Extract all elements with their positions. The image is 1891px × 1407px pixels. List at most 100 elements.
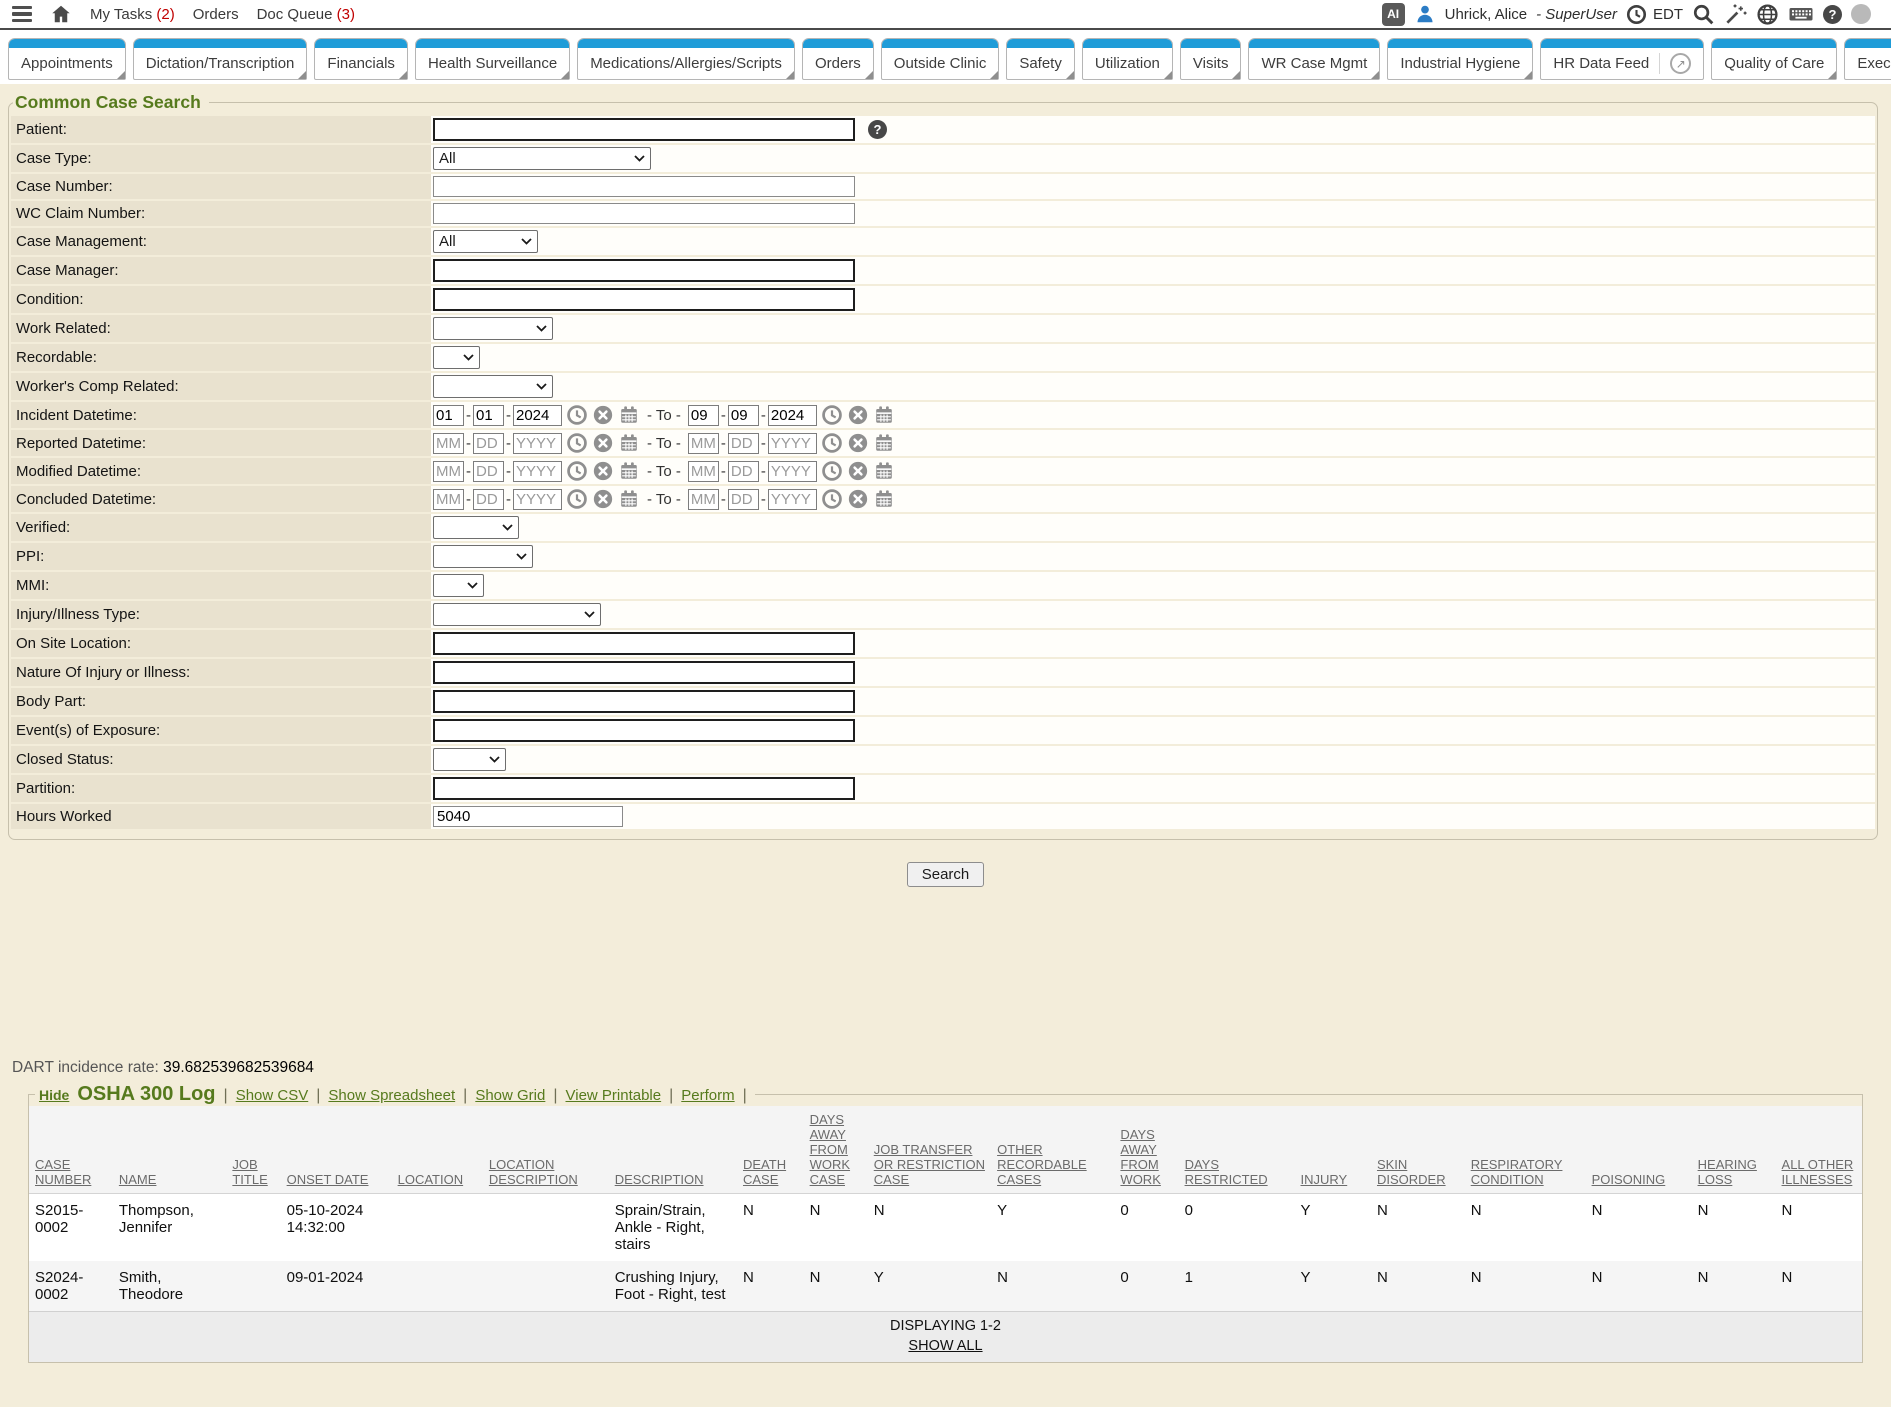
body-part-input[interactable] <box>433 690 855 713</box>
col-name[interactable]: NAME <box>113 1106 226 1194</box>
tab-medications-allergies-scripts[interactable]: Medications/Allergies/Scripts <box>577 38 795 80</box>
hours-worked-input[interactable] <box>433 806 623 827</box>
dd-input[interactable] <box>728 489 759 510</box>
tab-wr-case-mgmt[interactable]: WR Case Mgmt <box>1248 38 1380 80</box>
view-printable-link[interactable]: View Printable <box>566 1087 662 1104</box>
show-spreadsheet-link[interactable]: Show Spreadsheet <box>328 1087 455 1104</box>
case-number-input[interactable] <box>433 176 855 197</box>
closed-status-select[interactable] <box>433 748 506 771</box>
dd-input[interactable] <box>728 461 759 482</box>
magic-wand-icon[interactable] <box>1724 3 1747 26</box>
clock-icon[interactable] <box>566 488 588 510</box>
injury-illness-type-select[interactable] <box>433 603 601 626</box>
home-icon[interactable] <box>50 3 72 25</box>
dd-input[interactable] <box>473 433 504 454</box>
clock-icon[interactable] <box>566 460 588 482</box>
dd-input[interactable] <box>473 405 504 426</box>
tab-industrial-hygiene[interactable]: Industrial Hygiene <box>1387 38 1533 80</box>
mm-input[interactable] <box>433 461 464 482</box>
tab-outside-clinic[interactable]: Outside Clinic <box>881 38 1000 80</box>
clock-icon[interactable] <box>566 432 588 454</box>
calendar-icon[interactable] <box>873 488 895 510</box>
ai-badge[interactable]: AI <box>1382 3 1405 26</box>
calendar-icon[interactable] <box>873 432 895 454</box>
clock-icon[interactable] <box>1626 4 1647 25</box>
clock-icon[interactable] <box>821 404 843 426</box>
calendar-icon[interactable] <box>873 460 895 482</box>
col-poisoning[interactable]: POISONING <box>1586 1106 1692 1194</box>
help-icon[interactable]: ? <box>1823 5 1842 24</box>
col-onset-date[interactable]: ONSET DATE <box>281 1106 392 1194</box>
calendar-icon[interactable] <box>873 404 895 426</box>
yyyy-input[interactable] <box>513 433 562 454</box>
tab-visits[interactable]: Visits <box>1180 38 1242 80</box>
col-other-recordable-cases[interactable]: OTHER RECORDABLE CASES <box>991 1106 1114 1194</box>
calendar-icon[interactable] <box>618 488 640 510</box>
show-all-link[interactable]: SHOW ALL <box>908 1338 982 1354</box>
col-hearing-loss[interactable]: HEARING LOSS <box>1692 1106 1776 1194</box>
event-s-of-exposure-input[interactable] <box>433 719 855 742</box>
nav-orders[interactable]: Orders <box>193 6 239 23</box>
col-job-transfer-or-restriction-case[interactable]: JOB TRANSFER OR RESTRICTION CASE <box>868 1106 991 1194</box>
user-name[interactable]: Uhrick, Alice <box>1445 6 1528 23</box>
ppi-select[interactable] <box>433 545 533 568</box>
recordable-select[interactable] <box>433 346 480 369</box>
worker-s-comp-related-select[interactable] <box>433 375 553 398</box>
clock-icon[interactable] <box>566 404 588 426</box>
clear-icon[interactable] <box>592 432 614 454</box>
dd-input[interactable] <box>728 405 759 426</box>
yyyy-input[interactable] <box>513 405 562 426</box>
col-death-case[interactable]: DEATH CASE <box>737 1106 804 1194</box>
tab-financials[interactable]: Financials <box>314 38 408 80</box>
nav-doc-queue[interactable]: Doc Queue (3) <box>257 6 355 23</box>
search-icon[interactable] <box>1692 3 1715 26</box>
clock-icon[interactable] <box>821 432 843 454</box>
user-icon[interactable] <box>1414 3 1436 25</box>
yyyy-input[interactable] <box>513 489 562 510</box>
mm-input[interactable] <box>688 461 719 482</box>
clear-icon[interactable] <box>847 432 869 454</box>
mm-input[interactable] <box>688 433 719 454</box>
yyyy-input[interactable] <box>768 489 817 510</box>
clear-icon[interactable] <box>847 460 869 482</box>
dd-input[interactable] <box>728 433 759 454</box>
keyboard-icon[interactable] <box>1788 3 1814 25</box>
verified-select[interactable] <box>433 516 519 539</box>
mm-input[interactable] <box>688 489 719 510</box>
col-location[interactable]: LOCATION <box>392 1106 483 1194</box>
col-skin-disorder[interactable]: SKIN DISORDER <box>1371 1106 1465 1194</box>
mmi-select[interactable] <box>433 574 484 597</box>
tab-health-surveillance[interactable]: Health Surveillance <box>415 38 570 80</box>
timezone-label[interactable]: EDT <box>1653 6 1683 23</box>
calendar-icon[interactable] <box>618 404 640 426</box>
nav-my-tasks[interactable]: My Tasks (2) <box>90 6 175 23</box>
mm-input[interactable] <box>688 405 719 426</box>
nature-of-injury-or-illness-input[interactable] <box>433 661 855 684</box>
menu-icon[interactable] <box>12 6 32 23</box>
hide-link[interactable]: Hide <box>39 1087 69 1103</box>
col-location-description[interactable]: LOCATION DESCRIPTION <box>483 1106 609 1194</box>
col-respiratory-condition[interactable]: RESPIRATORY CONDITION <box>1465 1106 1586 1194</box>
tab-quality-of-care[interactable]: Quality of Care <box>1711 38 1837 80</box>
tab-safety[interactable]: Safety <box>1006 38 1075 80</box>
calendar-icon[interactable] <box>618 432 640 454</box>
clear-icon[interactable] <box>592 460 614 482</box>
clear-icon[interactable] <box>847 404 869 426</box>
yyyy-input[interactable] <box>768 405 817 426</box>
wc-claim-number-input[interactable] <box>433 203 855 224</box>
on-site-location-input[interactable] <box>433 632 855 655</box>
clear-icon[interactable] <box>592 404 614 426</box>
case-type-select[interactable]: All <box>433 147 651 170</box>
case-management-select[interactable]: All <box>433 230 538 253</box>
tab-hr-data-feed[interactable]: HR Data Feed↗ <box>1540 38 1704 80</box>
col-job-title[interactable]: JOB TITLE <box>226 1106 280 1194</box>
show-grid-link[interactable]: Show Grid <box>475 1087 545 1104</box>
clear-icon[interactable] <box>592 488 614 510</box>
globe-icon[interactable] <box>1756 3 1779 26</box>
tab-orders[interactable]: Orders <box>802 38 874 80</box>
dd-input[interactable] <box>473 461 504 482</box>
tab-executive[interactable]: Executive <box>1844 38 1891 80</box>
yyyy-input[interactable] <box>768 461 817 482</box>
case-manager-input[interactable] <box>433 259 855 282</box>
yyyy-input[interactable] <box>768 433 817 454</box>
